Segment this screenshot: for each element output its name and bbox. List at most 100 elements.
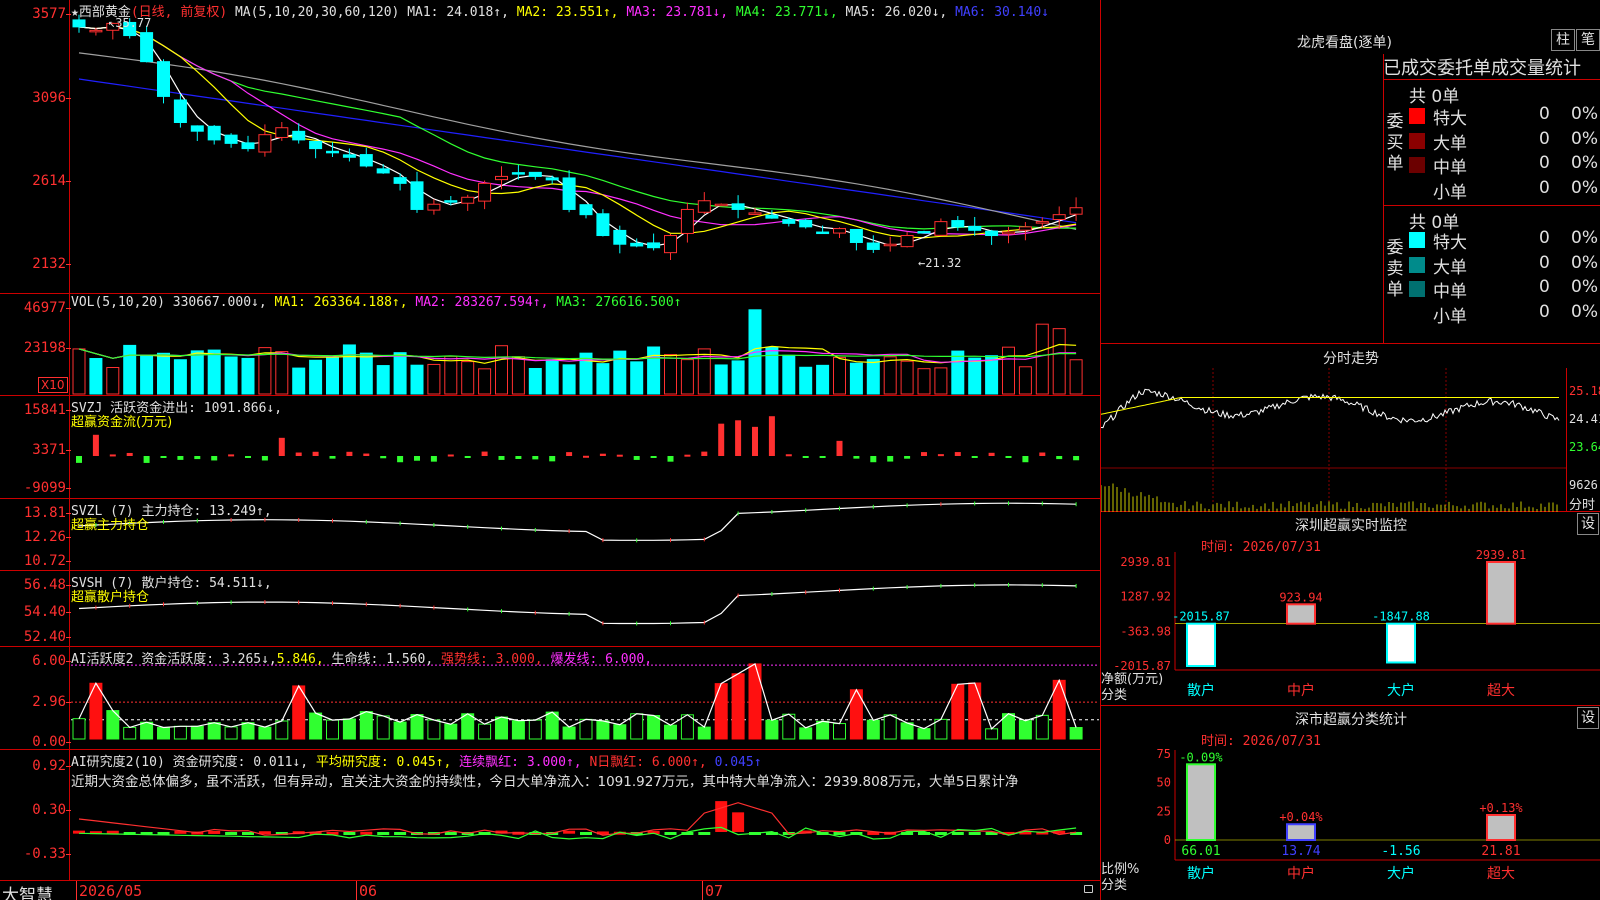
vol-value: 330667.000↓, <box>172 295 267 310</box>
volume-bar <box>326 357 339 395</box>
buy-order-row: 特大 0 0% <box>1407 104 1600 129</box>
svsh-pane[interactable]: 56.48 54.40 52.40 SVSH (7) 散户持仓: 54.511↓… <box>0 571 1100 647</box>
ai-research-ylabel: -0.33 <box>2 846 71 862</box>
activity-bar <box>968 682 982 740</box>
svsh-ylabel: 56.48 <box>2 577 71 593</box>
volume-bar <box>444 355 458 395</box>
favorite-star-icon[interactable]: ★ <box>71 5 79 20</box>
dragon-tiger-title: 龙虎看盘(逐单) <box>1297 35 1392 51</box>
ai-research-pane[interactable]: 0.92 0.30 -0.33 AI研究度2(10) 资金研究度: 0.011↓… <box>0 750 1100 880</box>
candle <box>883 243 897 247</box>
ma4-line <box>78 26 1077 230</box>
ai-research-extra: 0.045↑ <box>714 755 762 770</box>
svsh-ylabel: 52.40 <box>2 629 71 645</box>
candle <box>545 177 559 181</box>
order-size-label: 小单 <box>1433 182 1467 203</box>
order-count: 0 <box>1539 128 1550 149</box>
price-pane[interactable]: 3577 3096 2614 2132 ★西部黄金(日线, 前复权) MA(5,… <box>0 0 1100 294</box>
ai-research-value: AI研究度2(10) 资金研究度: 0.011↓, <box>71 755 309 770</box>
order-count: 0 <box>1539 252 1550 273</box>
kline-chart-area[interactable]: 3577 3096 2614 2132 ★西部黄金(日线, 前复权) MA(5,… <box>0 0 1100 900</box>
volume-bar <box>1069 359 1083 395</box>
buy-order-row: 中单 0 0% <box>1407 153 1600 178</box>
ai-active-pane[interactable]: 6.00 2.96 0.00 AI活跃度2 资金活跃度: 3.265↓,5.84… <box>0 647 1100 750</box>
volume-bar <box>680 359 694 395</box>
ai-active-header: AI活跃度2 资金活跃度: 3.265↓,5.846, 生命线: 1.560, … <box>71 648 652 667</box>
volume-axis: 46977 23198 X10 <box>0 294 71 395</box>
volume-bar <box>866 358 880 395</box>
fund-flow-bar <box>583 455 589 458</box>
volume-pane[interactable]: 46977 23198 X10 VOL(5,10,20) 330667.000↓… <box>0 294 1100 396</box>
candlestick-plot[interactable] <box>71 0 1099 293</box>
candle <box>866 242 880 250</box>
candle <box>579 204 593 216</box>
fund-flow-bar <box>380 456 387 459</box>
monitor-category-label: 中户 <box>1287 682 1315 699</box>
fund-flow-bar <box>194 456 201 460</box>
volume-bar <box>1002 346 1015 395</box>
stats-category-label: 散户 <box>1187 865 1215 882</box>
svzl-pane[interactable]: 13.81 12.26 10.72 SVZL (7) 主力持仓: 13.249↑… <box>0 499 1100 571</box>
activity-bar <box>275 720 289 740</box>
volume-bar <box>579 352 593 395</box>
fund-flow-bar <box>481 451 488 456</box>
volume-bar <box>562 364 576 395</box>
stats-category-label: 大户 <box>1387 865 1415 882</box>
intraday-plot[interactable] <box>1101 368 1566 512</box>
activity-bar <box>731 673 745 740</box>
fund-flow-bar <box>177 456 184 460</box>
date-label: 06 <box>359 882 378 900</box>
volume-bar <box>714 364 728 395</box>
candle <box>833 228 846 234</box>
ai-commentary: 近期大资金总体偏多，虽不活跃，但有异动，宜关注大资金的持续性，今日大单净流入：1… <box>71 774 1019 790</box>
intraday-title: 分时走势 <box>1323 351 1379 367</box>
candle <box>596 213 610 237</box>
research-bar <box>698 832 711 835</box>
research-bar <box>664 832 677 835</box>
order-percent: 0% <box>1571 153 1598 173</box>
activity-bar <box>528 719 542 740</box>
research-red-line <box>78 802 1077 836</box>
ai-research-header: AI研究度2(10) 资金研究度: 0.011↓, 平均研究度: 0.045↑,… <box>71 751 762 770</box>
fund-flow-bar <box>954 452 961 456</box>
monitor-value-label: 2939.81 <box>1476 548 1527 562</box>
candle <box>917 231 931 234</box>
volume-bar <box>89 358 103 395</box>
bar-mode-button[interactable]: 柱 <box>1551 29 1575 51</box>
order-size-label: 特大 <box>1433 109 1467 129</box>
fund-flow-bar <box>1073 456 1080 461</box>
ma3-value: MA3: 23.781↓, <box>626 5 729 20</box>
candle <box>799 219 813 228</box>
volume-bar <box>968 357 982 395</box>
color-swatch <box>1409 157 1425 173</box>
candle <box>376 168 390 174</box>
activity-bar <box>123 726 137 740</box>
volume-bar <box>140 355 154 395</box>
volume-bar <box>72 348 86 395</box>
fund-flow-bar <box>109 454 116 457</box>
fund-flow-bar <box>1039 452 1046 456</box>
intraday-ylabel: 25.18 <box>1569 384 1600 398</box>
ma4-value: MA4: 23.771↓, <box>735 5 838 20</box>
intraday-vol-label: 9626 <box>1569 478 1598 492</box>
stats-category-label: 中户 <box>1287 865 1315 882</box>
volume-bar <box>1035 323 1049 395</box>
candle <box>190 125 204 132</box>
sz-stats-panel: 深市超赢分类统计 设 时间: 2026/07/31 75 50 25 0 -0.09% 6… <box>1101 706 1600 900</box>
intraday-unit: 分时 <box>1569 498 1596 513</box>
color-swatch <box>1409 181 1425 198</box>
ai-active-ylabel: 2.96 <box>2 694 71 710</box>
dragon-tiger-panel: 龙虎看盘(逐单) 柱 笔 已成交委托单成交量统计 委买单 共 0单 特大 0 0% 大… <box>1101 0 1600 344</box>
research-bar <box>563 830 576 834</box>
lock-icon[interactable] <box>1084 885 1093 893</box>
tick-mode-button[interactable]: 笔 <box>1576 29 1600 51</box>
svzl-subtitle: 超赢主力持仓 <box>71 518 150 533</box>
activity-bar <box>596 720 610 740</box>
fund-flow-bar <box>718 423 725 456</box>
fund-flow-bar <box>887 456 894 462</box>
activity-bar <box>190 725 204 740</box>
monitor-category-label: 超大 <box>1487 683 1515 699</box>
intraday-panel[interactable]: 分时走势 25.18 24.41 23.64 9626 分时 <box>1101 344 1600 513</box>
svzj-pane[interactable]: 15841 3371 -9099 SVZJ 活跃资金进出: 1091.866↓,… <box>0 396 1100 499</box>
activity-bar <box>816 720 830 740</box>
